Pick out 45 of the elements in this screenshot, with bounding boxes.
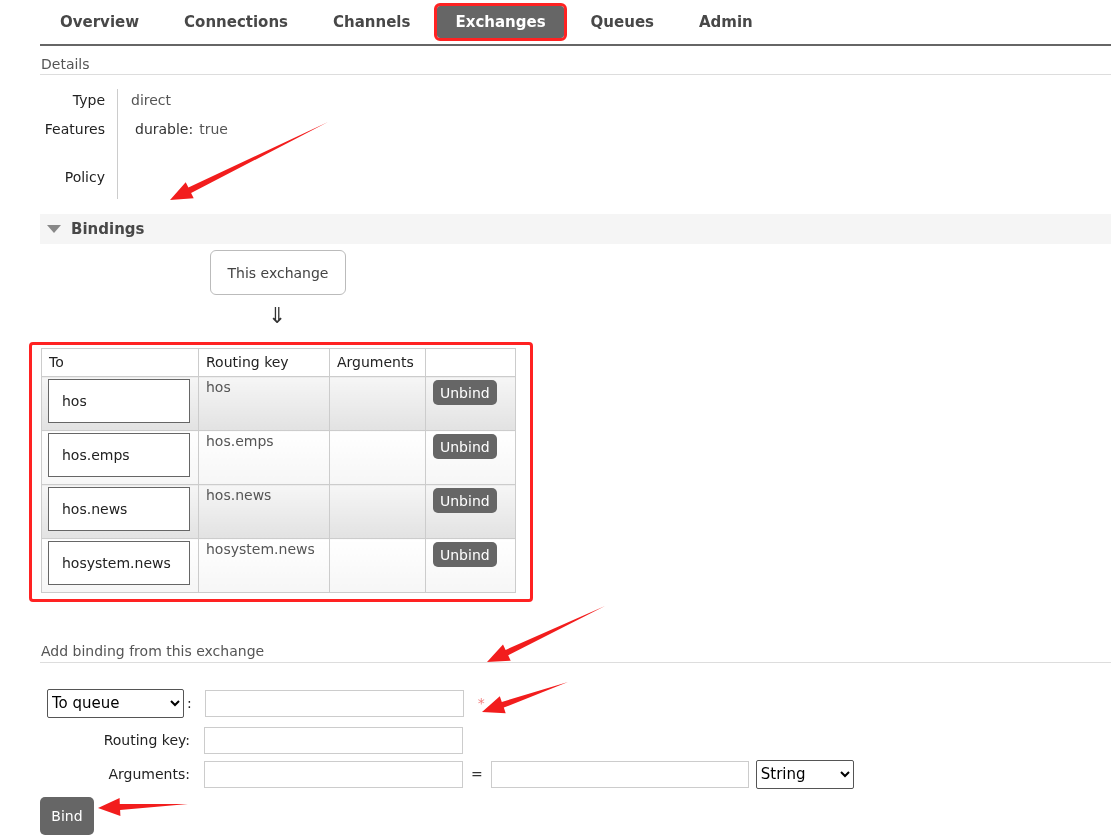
routing-key: hos.emps bbox=[199, 431, 329, 451]
unbind-button[interactable]: Unbind bbox=[433, 434, 497, 459]
nav-tab[interactable]: Admin bbox=[681, 6, 771, 38]
argument-name-input[interactable] bbox=[204, 760, 463, 788]
bind-button[interactable]: Bind bbox=[40, 797, 94, 835]
nav-tab[interactable]: Exchanges bbox=[437, 6, 564, 38]
unbind-button[interactable]: Unbind bbox=[433, 380, 497, 405]
unbind-button[interactable]: Unbind bbox=[433, 488, 497, 513]
colon-label: : bbox=[187, 695, 192, 711]
column-header: Arguments bbox=[329, 348, 426, 377]
collapse-triangle-icon[interactable] bbox=[47, 225, 61, 233]
argument-value-input[interactable] bbox=[490, 760, 749, 788]
field-label: Routing key: bbox=[102, 732, 191, 748]
field-label: Features bbox=[40, 118, 118, 155]
section-title: Bindings bbox=[71, 220, 145, 238]
nav-tab[interactable]: Channels bbox=[315, 6, 429, 38]
column-header: To bbox=[41, 348, 199, 377]
feature-name: durable: bbox=[135, 120, 194, 139]
field-label: Arguments: bbox=[107, 766, 191, 782]
nav-tab[interactable]: Queues bbox=[572, 6, 672, 38]
queue-link[interactable]: hos.news bbox=[48, 487, 190, 531]
field-value: direct bbox=[131, 91, 172, 110]
nav-tab[interactable]: Connections bbox=[166, 6, 307, 38]
nav-tab[interactable]: Overview bbox=[42, 6, 158, 38]
exchange-node: This exchange bbox=[210, 250, 346, 295]
section-heading: Details bbox=[40, 46, 1111, 75]
queue-link[interactable]: hos.emps bbox=[48, 433, 190, 477]
section-header[interactable]: Bindings bbox=[40, 214, 1111, 244]
required-mark: * bbox=[477, 695, 485, 711]
column-header: Routing key bbox=[198, 348, 330, 377]
equals-sign: = bbox=[471, 766, 483, 782]
feature-value: true bbox=[199, 120, 228, 139]
routing-key: hos.news bbox=[199, 485, 329, 505]
queue-link[interactable]: hos bbox=[48, 379, 190, 423]
down-arrow: ⇓ bbox=[268, 303, 287, 329]
field-label: Policy bbox=[40, 155, 118, 199]
routing-key: hos bbox=[199, 377, 329, 397]
destination-input[interactable] bbox=[204, 689, 464, 717]
argument-type-select[interactable]: String bbox=[755, 759, 854, 789]
destination-select[interactable]: To queue bbox=[47, 688, 184, 718]
queue-link[interactable]: hosystem.news bbox=[48, 541, 190, 585]
field-label: Type bbox=[40, 89, 118, 118]
routing-key-input[interactable] bbox=[204, 726, 463, 754]
routing-key: hosystem.news bbox=[199, 539, 329, 559]
unbind-button[interactable]: Unbind bbox=[433, 542, 497, 567]
